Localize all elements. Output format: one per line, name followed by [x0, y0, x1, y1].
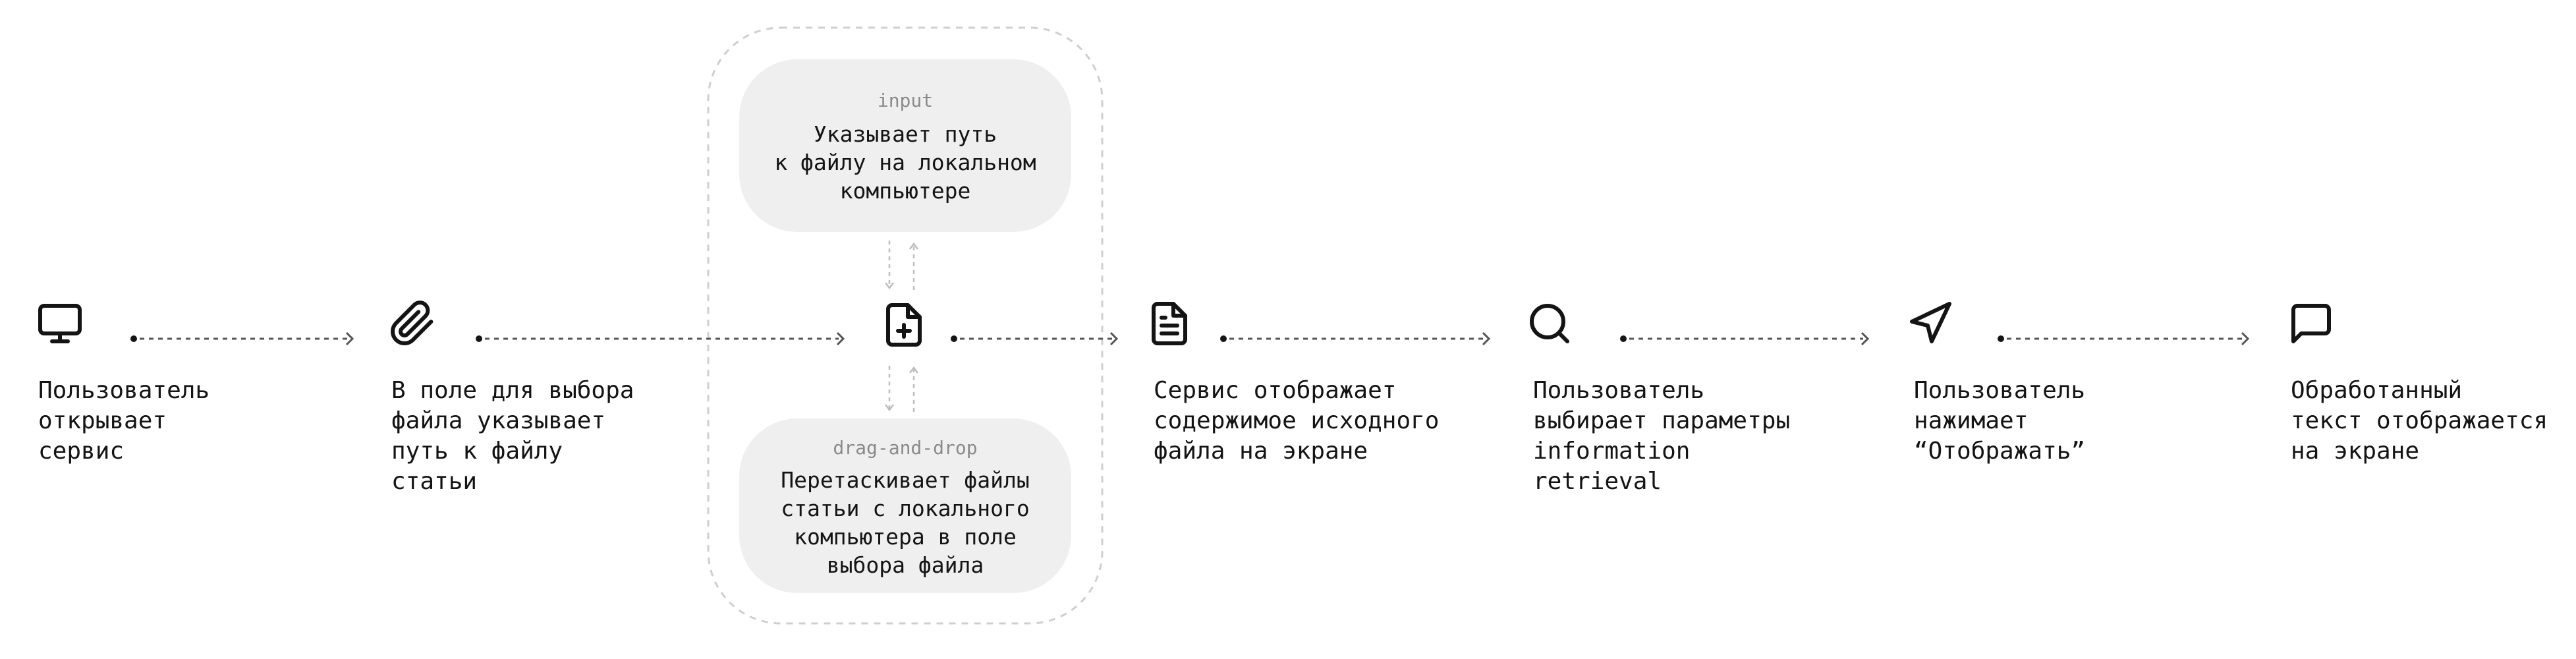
flow-diagram — [38, 26, 2331, 625]
search-icon — [1530, 304, 1569, 343]
connector-2 — [476, 331, 845, 346]
connector-1 — [130, 331, 354, 346]
option-text: Перетаскивает файлы статьи с локального … — [781, 467, 1030, 578]
step-text-press-display: Пользователь нажимает “Отображать” — [1914, 377, 2086, 465]
step-text-result-shown: Обработанный текст отображается на экран… — [2291, 377, 2548, 465]
option-label: drag-and-drop — [833, 437, 978, 459]
option-card-input: input Указывает путь к файлу на локально… — [739, 59, 1071, 232]
step-text-file-path: В поле для выбора файла указывает путь к… — [391, 377, 634, 495]
file-text-icon — [1152, 302, 1187, 345]
option-label: input — [877, 90, 934, 111]
paperclip-icon — [391, 301, 434, 345]
option-card-drag-and-drop: drag-and-drop Перетаскивает файлы статьи… — [739, 418, 1071, 593]
monitor-icon — [38, 304, 82, 343]
file-plus-icon — [886, 303, 922, 347]
option-text: Указывает путь к файлу на локальном комп… — [774, 121, 1036, 204]
step-text-open-service: Пользователь открывает сервис — [38, 377, 210, 465]
send-icon — [1910, 302, 1951, 343]
connector-3 — [951, 331, 1119, 346]
option-connectors — [885, 241, 918, 412]
connector-6 — [1998, 331, 2250, 346]
message-square-icon — [2291, 304, 2331, 343]
step-text-choose-params: Пользователь выбирает параметры informat… — [1533, 377, 1791, 495]
connector-5 — [1620, 331, 1870, 346]
step-text-file-shown: Сервис отображает содержимое исходного ф… — [1154, 377, 1440, 465]
connector-4 — [1220, 331, 1491, 346]
